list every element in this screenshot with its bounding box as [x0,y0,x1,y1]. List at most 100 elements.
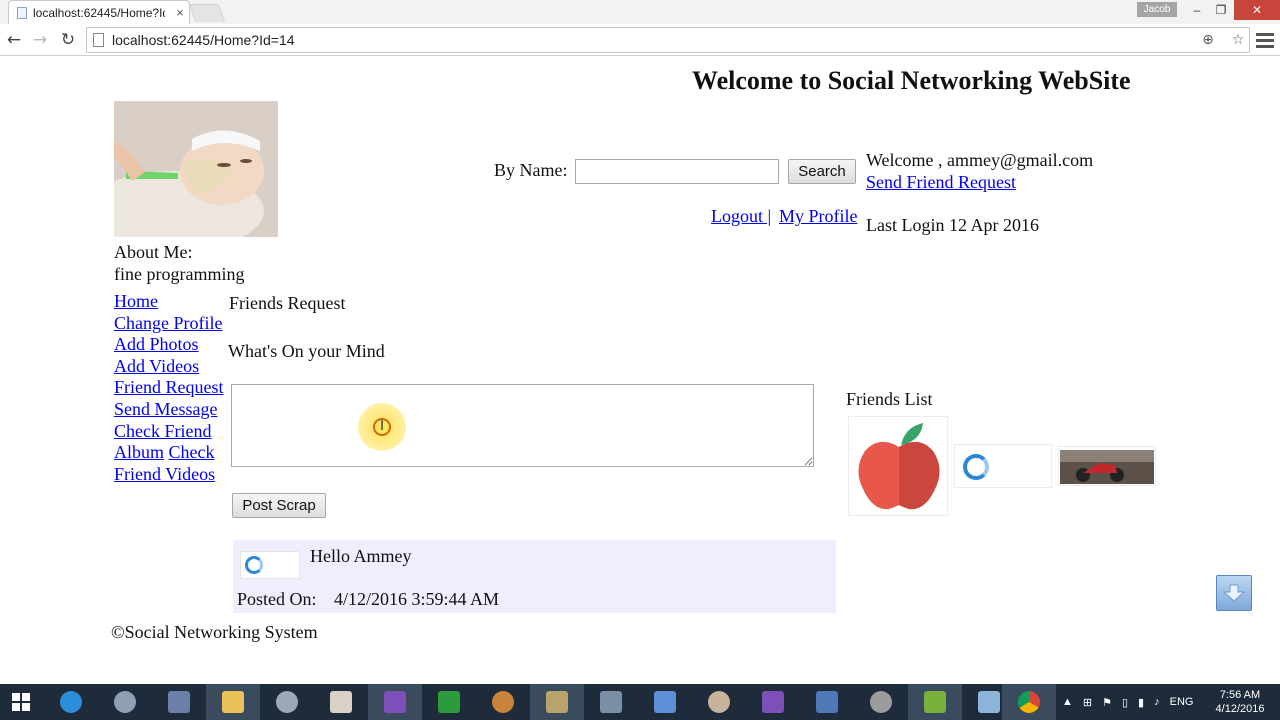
minimize-icon[interactable]: – [1184,0,1210,20]
tab-title: localhost:62445/Home?Id [33,5,165,20]
clock-date: 4/12/2016 [1215,703,1265,715]
back-arrow-icon[interactable]: ← [3,30,25,50]
browser-tab[interactable]: localhost:62445/Home?Id × [8,0,190,24]
books-icon [654,691,676,713]
status-textarea[interactable] [231,384,814,467]
taskbar-ie[interactable] [44,684,98,720]
search-label: By Name: [494,160,568,180]
post-scrap-button[interactable]: Post Scrap [232,493,326,518]
auto-refresh-ring-icon [963,454,989,480]
nav-send-message[interactable]: Send Message [114,399,217,419]
address-bar[interactable]: localhost:62445/Home?Id=14 ⊕ ☆ [86,27,1250,53]
tools-icon [492,691,514,713]
taskbar-app-10[interactable] [530,684,584,720]
sidebar-nav: Home Change Profile Add Photos Add Video… [114,291,230,485]
logout-link[interactable]: Logout | [711,206,771,227]
browser-menu-icon[interactable] [1256,30,1274,50]
profile-user-chip[interactable]: Jacob [1137,2,1177,17]
profile-photo [114,101,278,237]
friends-list-heading: Friends List [846,389,933,409]
window-close-icon[interactable]: ✕ [1234,0,1280,20]
layers-icon [924,691,946,713]
page-title: Welcome to Social Networking WebSite [692,66,1131,95]
forward-arrow-icon[interactable]: → [29,30,51,50]
taskbar-app-15[interactable] [800,684,854,720]
nav-add-photos[interactable]: Add Photos [114,334,199,354]
auto-refresh-logo-large [959,451,1047,483]
utility-icon [870,691,892,713]
tray-power-icon[interactable]: ▯ [1122,696,1128,709]
taskbar-app-17[interactable] [908,684,962,720]
new-tab-button[interactable] [188,4,226,22]
taskbar-app-9[interactable] [476,684,530,720]
restore-icon[interactable]: ❐ [1208,0,1234,20]
file-icon [978,691,1000,713]
welcome-text: Welcome , ammey@gmail.com [866,150,1093,171]
reload-icon[interactable]: ↻ [57,30,79,50]
user-email: ammey@gmail.com [947,150,1094,170]
notepad-icon [330,691,352,713]
my-profile-link[interactable]: My Profile [779,206,858,227]
taskbar-explorer[interactable] [206,684,260,720]
taskbar-app-13[interactable] [692,684,746,720]
address-url[interactable]: localhost:62445/Home?Id=14 [112,32,1189,48]
friends-request-heading: Friends Request [229,293,346,313]
tray-windows-icon[interactable]: ⊞ [1083,696,1092,709]
taskbar-app-12[interactable] [638,684,692,720]
network-icon [816,691,838,713]
taskbar-visual-studio[interactable] [368,684,422,720]
taskbar-app-3[interactable] [152,684,206,720]
scrap-message: Hello Ammey [310,546,412,566]
taskbar-app-2[interactable] [98,684,152,720]
visual-studio-icon [384,691,406,713]
tool-icon [276,691,298,713]
auto-refresh-ring-icon [245,556,263,574]
start-button[interactable] [0,684,42,720]
taskbar-store[interactable] [422,684,476,720]
taskbar-visual-studio-2[interactable] [746,684,800,720]
friend-avatar-auto-refresh[interactable] [954,444,1052,488]
scroll-down-button[interactable] [1216,575,1252,611]
friend-avatar-apple[interactable] [848,416,948,516]
text-cursor-icon: I [373,418,391,436]
taskbar-app-6[interactable] [314,684,368,720]
windows-logo-icon [12,693,30,711]
folder-icon [222,691,244,713]
nav-add-videos[interactable]: Add Videos [114,356,199,376]
nav-change-profile[interactable]: Change Profile [114,313,222,333]
taskbar-clock[interactable]: 7:56 AM 4/12/2016 [1208,688,1272,716]
tray-chevron-icon[interactable]: ▲ [1062,696,1073,708]
tray-volume-icon[interactable]: ♪ [1154,696,1160,708]
palette-icon [708,691,730,713]
clock-time: 7:56 AM [1219,689,1261,701]
search-input[interactable] [575,159,779,184]
motorbike-image [1060,450,1154,484]
bookmark-star-icon[interactable]: ☆ [1227,32,1249,48]
footer-copyright: ©Social Networking System [111,622,318,642]
gauge-icon [114,691,136,713]
browser-tab-strip: localhost:62445/Home?Id × Jacob – ❐ ✕ [0,0,1280,24]
taskbar-app-16[interactable] [854,684,908,720]
taskbar-app-5[interactable] [260,684,314,720]
posted-on-label: Posted On: [237,589,317,609]
nav-friend-request[interactable]: Friend Request [114,377,224,397]
nav-home[interactable]: Home [114,291,158,311]
paint-icon [168,691,190,713]
tray-language[interactable]: ENG [1170,696,1194,708]
whats-on-mind-label: What's On your Mind [228,341,385,361]
zoom-icon[interactable]: ⊕ [1197,32,1219,48]
search-button[interactable]: Search [788,159,856,184]
browser-toolbar: ← → ↻ localhost:62445/Home?Id=14 ⊕ ☆ [0,24,1280,56]
taskbar-calculator[interactable] [584,684,638,720]
chrome-icon [1018,691,1040,713]
taskbar-chrome[interactable] [1002,684,1056,720]
about-me-text: fine programming [114,264,245,284]
windows-taskbar: ▲ ⊞ ⚑ ▯ ▮ ♪ ENG 7:56 AM 4/12/2016 [0,684,1280,720]
friend-avatar-motorbike[interactable] [1058,446,1156,486]
send-friend-request-link[interactable]: Send Friend Request [866,172,1016,193]
tab-close-icon[interactable]: × [171,5,189,20]
calculator-icon [600,691,622,713]
tray-flag-icon[interactable]: ⚑ [1102,696,1112,709]
tray-network-icon[interactable]: ▮ [1138,696,1144,709]
apple-icon [858,423,940,510]
